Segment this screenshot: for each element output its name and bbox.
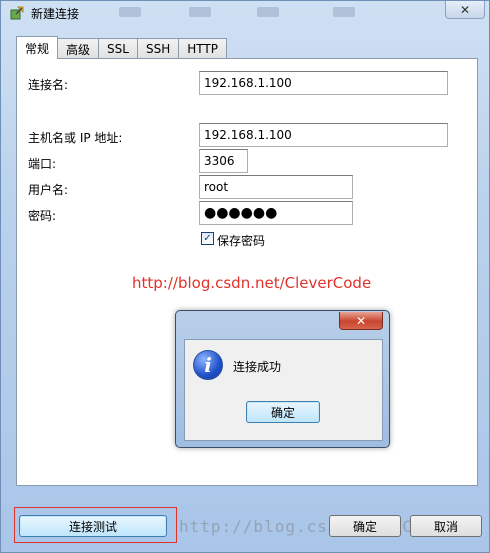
blurred-title-fragment [189,7,211,17]
port-input[interactable]: 3306 [199,149,248,173]
app-icon [10,6,24,20]
info-icon: i [193,350,223,380]
tab-ssh[interactable]: SSH [136,38,180,59]
connection-name-label: 连接名: [28,78,69,92]
save-password-label: 保存密码 [217,234,266,248]
host-label: 主机名或 IP 地址: [28,131,123,145]
window-title: 新建连接 [31,7,80,21]
tab-http[interactable]: HTTP [178,38,227,59]
user-label: 用户名: [28,183,69,197]
dialog-close-button[interactable]: ✕ [339,312,383,330]
dialog-body: i 连接成功 确定 [184,339,383,441]
port-label: 端口: [28,157,57,171]
tab-bar: 常规 高级 SSL SSH HTTP [16,36,227,59]
blurred-title-fragment [257,7,279,17]
test-connection-button[interactable]: 连接测试 [19,515,167,537]
dialog-message: 连接成功 [233,360,282,374]
save-password-checkbox[interactable]: ✓ [201,232,214,245]
watermark-url: http://blog.csdn.net/CleverCode [132,274,372,292]
tab-general[interactable]: 常规 [16,36,59,59]
close-icon: ✕ [459,2,471,17]
host-input[interactable]: 192.168.1.100 [199,123,448,147]
close-icon: ✕ [355,313,367,328]
user-input[interactable]: root [199,175,353,199]
new-connection-window: 新建连接 ✕ 常规 高级 SSL SSH HTTP 连接名: 192.168.1… [0,0,490,553]
blurred-title-fragment [333,7,355,17]
dialog-ok-button[interactable]: 确定 [246,401,320,423]
success-dialog: ✕ i 连接成功 确定 [175,310,390,448]
password-input[interactable]: ●●●●●● [199,201,353,225]
window-close-button[interactable]: ✕ [445,1,485,19]
checkmark-icon: ✓ [203,233,212,244]
title-bar[interactable]: 新建连接 ✕ [1,1,489,25]
cancel-button[interactable]: 取消 [410,515,482,537]
ok-button[interactable]: 确定 [329,515,401,537]
tab-ssl[interactable]: SSL [98,38,138,59]
blurred-title-fragment [119,7,141,17]
connection-name-input[interactable]: 192.168.1.100 [199,71,448,95]
password-label: 密码: [28,209,57,223]
tab-advanced[interactable]: 高级 [57,38,100,59]
